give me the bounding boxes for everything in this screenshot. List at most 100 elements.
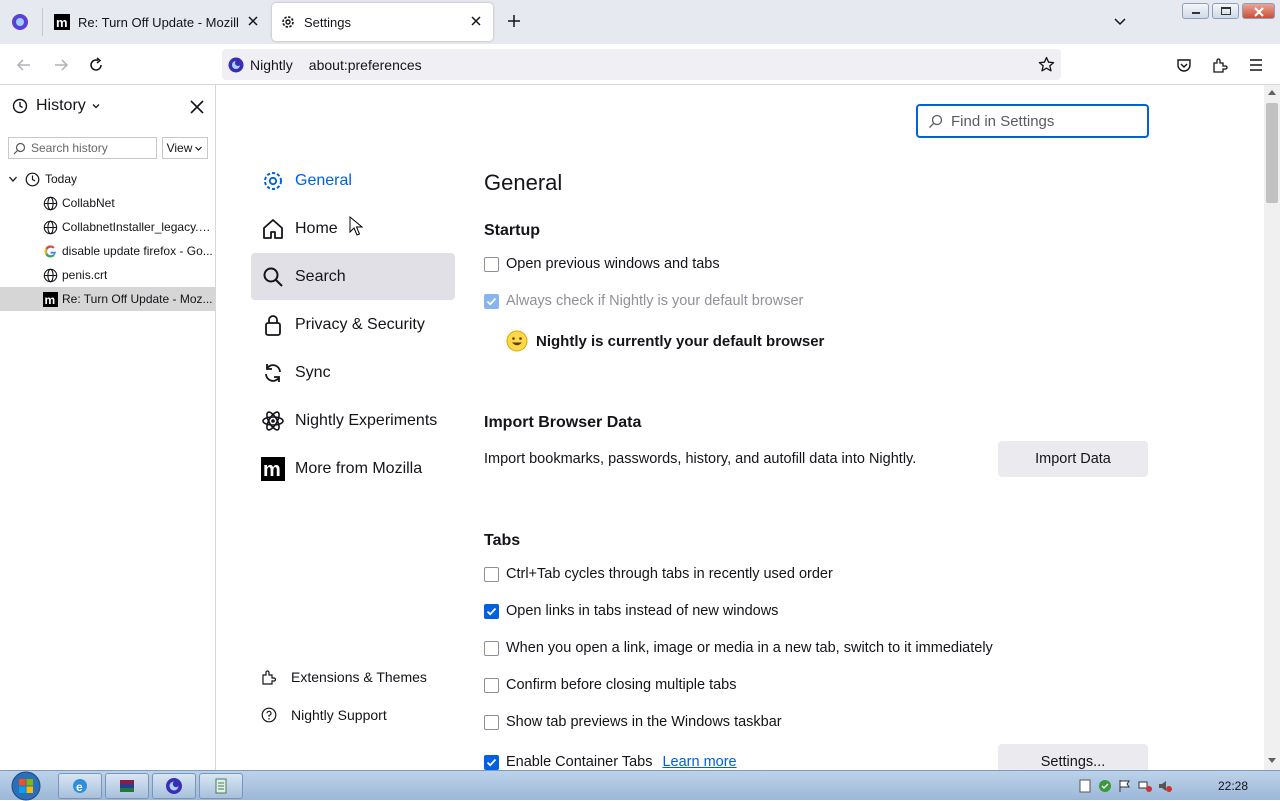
always-check-default-checkbox[interactable]: Always check if Nightly is your default …: [484, 293, 803, 309]
import-heading: Import Browser Data: [484, 414, 642, 431]
history-group-label: Today: [45, 172, 78, 186]
identity-box[interactable]: Nightly: [228, 57, 301, 73]
globe-icon: [43, 196, 58, 210]
extensions-themes-link[interactable]: Extensions & Themes: [261, 669, 427, 685]
pocket-icon[interactable]: [1175, 56, 1193, 74]
open-links-in-tabs-checkbox[interactable]: Open links in tabs instead of new window…: [484, 603, 778, 619]
extensions-puzzle-icon[interactable]: [1211, 56, 1229, 74]
history-item[interactable]: disable update firefox - Go...: [0, 239, 215, 263]
identity-label: Nightly: [250, 56, 293, 73]
back-icon[interactable]: [15, 56, 33, 74]
category-general[interactable]: General: [251, 157, 455, 204]
vertical-scrollbar[interactable]: [1264, 85, 1280, 770]
navigation-toolbar: Nightly about:preferences: [0, 44, 1280, 85]
chevron-down-icon[interactable]: [1112, 14, 1128, 30]
history-item-selected[interactable]: m Re: Turn Off Update - Moz...: [0, 287, 215, 311]
mozilla-m-icon: m: [54, 14, 70, 30]
learn-more-link[interactable]: Learn more: [662, 754, 736, 770]
twisty-expanded-icon[interactable]: [8, 174, 18, 184]
category-sync[interactable]: Sync: [251, 349, 455, 396]
search-icon: [13, 142, 26, 154]
category-label: General: [295, 171, 352, 189]
taskbar-archiver[interactable]: [105, 773, 149, 799]
container-tabs-checkbox[interactable]: Enable Container Tabs Learn more: [484, 754, 737, 770]
import-description: Import bookmarks, passwords, history, an…: [484, 451, 917, 467]
category-more-from-mozilla[interactable]: m More from Mozilla: [251, 445, 455, 492]
tab-previews-checkbox[interactable]: Show tab previews in the Windows taskbar: [484, 714, 782, 730]
ctrl-tab-checkbox[interactable]: Ctrl+Tab cycles through tabs in recently…: [484, 566, 833, 582]
category-label: Search: [295, 267, 346, 285]
close-icon[interactable]: [189, 99, 205, 115]
start-button-icon[interactable]: [6, 771, 46, 801]
checkbox-label: Always check if Nightly is your default …: [506, 293, 804, 309]
switch-to-new-tab-checkbox[interactable]: When you open a link, image or media in …: [484, 640, 993, 656]
google-icon: [44, 244, 56, 258]
notepad-icon: [215, 778, 227, 794]
default-browser-status: Nightly is currently your default browse…: [506, 330, 824, 352]
firefox-view-icon[interactable]: [11, 13, 29, 31]
search-history-input[interactable]: Search history: [8, 137, 157, 159]
taskbar-notepad[interactable]: [199, 773, 243, 799]
page-title: General: [484, 170, 563, 195]
history-item[interactable]: CollabnetInstaller_legacy.e...: [0, 215, 215, 239]
clock-icon: [25, 172, 40, 186]
checkbox-label: Show tab previews in the Windows taskbar: [506, 714, 782, 730]
checkbox-label: When you open a link, image or media in …: [506, 640, 993, 656]
history-group-today[interactable]: Today: [0, 167, 215, 191]
flag-icon[interactable]: [1118, 779, 1132, 793]
url-text[interactable]: about:preferences: [309, 57, 422, 73]
books-icon: [120, 780, 134, 792]
nightly-support-link[interactable]: Nightly Support: [261, 707, 387, 723]
reload-icon[interactable]: [87, 56, 105, 74]
taskbar-clock[interactable]: 22:28: [1218, 779, 1248, 793]
new-tab-icon[interactable]: [505, 12, 523, 30]
url-bar[interactable]: Nightly about:preferences: [222, 49, 1061, 80]
minimize-button[interactable]: [1182, 3, 1209, 19]
scroll-down-icon[interactable]: [1268, 758, 1276, 764]
network-check-icon[interactable]: [1098, 779, 1112, 793]
close-tab-icon[interactable]: [469, 14, 483, 28]
app-menu-icon[interactable]: [1247, 56, 1265, 74]
category-search[interactable]: Search: [251, 253, 455, 300]
checkbox[interactable]: [484, 714, 499, 730]
checkbox[interactable]: [484, 677, 499, 693]
close-window-button[interactable]: [1242, 3, 1275, 19]
close-tab-icon[interactable]: [246, 14, 260, 28]
confirm-close-tabs-checkbox[interactable]: Confirm before closing multiple tabs: [484, 677, 737, 693]
open-previous-checkbox[interactable]: Open previous windows and tabs: [484, 256, 720, 272]
sync-icon: [265, 363, 281, 382]
checkbox[interactable]: [484, 256, 499, 272]
view-menu-button[interactable]: View: [162, 137, 208, 159]
forward-icon[interactable]: [52, 56, 70, 74]
checkbox[interactable]: [484, 293, 499, 309]
document-icon[interactable]: [1078, 779, 1092, 793]
atom-icon: [262, 410, 284, 431]
default-browser-text: Nightly is currently your default browse…: [536, 332, 825, 350]
history-item[interactable]: penis.crt: [0, 263, 215, 287]
tab-settings[interactable]: Settings: [272, 3, 493, 41]
checkbox-label: Open links in tabs instead of new window…: [506, 603, 779, 619]
sidebar-switcher[interactable]: History: [12, 97, 101, 115]
taskbar-nightly[interactable]: [152, 773, 196, 799]
import-data-button[interactable]: Import Data: [998, 441, 1148, 477]
checkbox[interactable]: [484, 566, 499, 582]
tab-mozilla-thread[interactable]: m Re: Turn Off Update - Mozilla C: [44, 3, 270, 41]
category-label: More from Mozilla: [295, 459, 423, 477]
scroll-up-icon[interactable]: [1268, 89, 1276, 95]
maximize-button[interactable]: [1212, 3, 1239, 19]
view-label: View: [166, 141, 193, 155]
checkbox[interactable]: [484, 754, 499, 770]
find-in-settings-input[interactable]: Find in Settings: [916, 104, 1149, 138]
category-privacy[interactable]: Privacy & Security: [251, 301, 455, 348]
history-item[interactable]: CollabNet: [0, 191, 215, 215]
globe-icon: [43, 268, 58, 282]
bookmark-star-icon[interactable]: [1038, 56, 1055, 73]
network-icon[interactable]: [1138, 779, 1152, 793]
checkbox[interactable]: [484, 603, 499, 619]
volume-muted-icon[interactable]: [1158, 779, 1172, 793]
taskbar-ie[interactable]: e: [58, 773, 102, 799]
tab-bar: m Re: Turn Off Update - Mozilla C Settin…: [0, 0, 1280, 44]
category-experiments[interactable]: Nightly Experiments: [251, 397, 455, 444]
checkbox[interactable]: [484, 640, 499, 656]
scrollbar-thumb[interactable]: [1266, 103, 1278, 203]
